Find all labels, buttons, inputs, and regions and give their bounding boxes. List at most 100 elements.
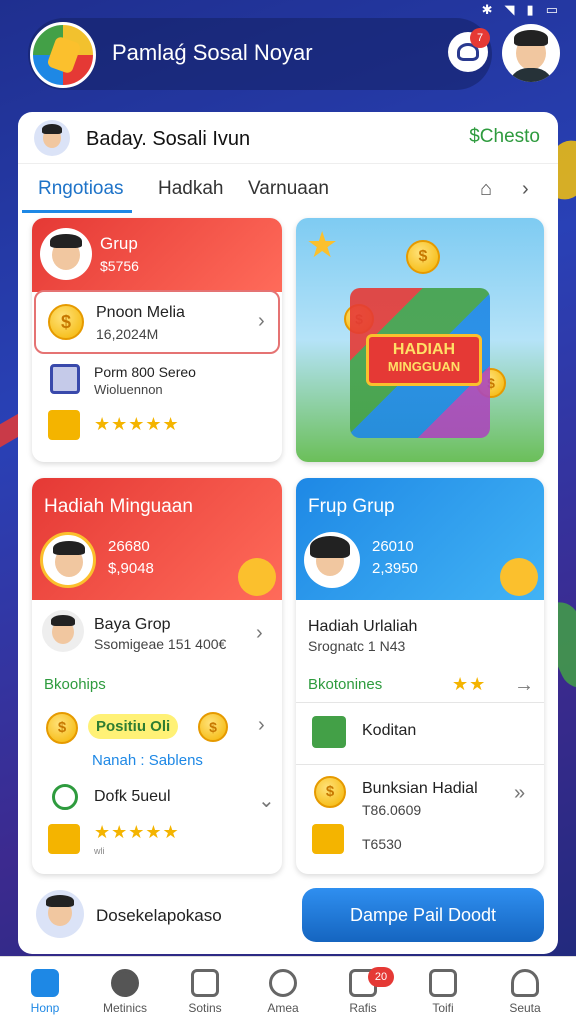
gift-icon bbox=[48, 410, 80, 440]
group-panel: Grup $5756 $ Pnoon Melia 16,2024M › Porm… bbox=[32, 218, 282, 462]
avatar-hair bbox=[51, 615, 75, 626]
weekly-reward-panel: Hadiah Minguaan 26680 $,9048 Baya Grop S… bbox=[32, 478, 282, 874]
chevron-right-icon[interactable]: › bbox=[522, 178, 529, 201]
nav-home-label: Honp bbox=[30, 1001, 60, 1015]
frup-stat2: 2,3950 bbox=[372, 560, 418, 577]
frup-group-header: Frup Grup 26010 2,3950 bbox=[296, 478, 544, 600]
frup-group-avatar bbox=[304, 532, 360, 588]
arrow-right-icon[interactable]: → bbox=[514, 674, 534, 697]
home-icon bbox=[31, 969, 59, 997]
profile-avatar[interactable] bbox=[502, 24, 560, 82]
frup-item3-title[interactable]: Bunksian Hadial bbox=[362, 780, 478, 798]
weekly-footnote: wli bbox=[94, 846, 105, 856]
chevron-right-icon[interactable]: › bbox=[258, 714, 265, 737]
bottom-nav: Honp Metinics Sotins Amea 20 Rafis Toifi… bbox=[0, 956, 576, 1024]
user-name: Baday. Sosali Ivun bbox=[86, 128, 251, 150]
document-icon bbox=[191, 969, 219, 997]
banner-line1: HADIAH bbox=[392, 341, 456, 358]
footer-user-avatar[interactable] bbox=[36, 890, 84, 938]
nav-amea[interactable]: Amea bbox=[248, 963, 318, 1015]
notification-badge: 7 bbox=[470, 28, 490, 48]
avatar-hair bbox=[46, 895, 74, 907]
weekly-item-sub: Ssomigeae 151 400€ bbox=[94, 636, 227, 652]
chevron-down-icon[interactable]: ⌄ bbox=[258, 788, 275, 813]
group-panel-header: Grup $5756 bbox=[32, 218, 282, 292]
metrics-icon bbox=[111, 969, 139, 997]
group-item-highlight[interactable]: $ Pnoon Melia 16,2024M › bbox=[34, 290, 280, 354]
app-logo[interactable] bbox=[30, 22, 96, 88]
badge-icon bbox=[500, 558, 538, 596]
weekly-link[interactable]: Nanah : Sablens bbox=[92, 752, 203, 769]
frup-item4-sub: T6530 bbox=[362, 836, 402, 852]
avatar-hair bbox=[50, 234, 82, 248]
weekly-reward-header: Hadiah Minguaan 26680 $,9048 bbox=[32, 478, 282, 600]
nav-home[interactable]: Honp bbox=[10, 963, 80, 1015]
nav-toifi-label: Toifi bbox=[432, 1001, 454, 1015]
coin-icon: $ bbox=[406, 240, 440, 274]
frup-item2-title[interactable]: Koditan bbox=[362, 722, 416, 740]
coin-icon: $ bbox=[198, 712, 228, 742]
frup-item-title[interactable]: Hadiah Urlaliah bbox=[308, 618, 417, 636]
battery-icon: ▭ bbox=[545, 2, 558, 17]
bluetooth-icon: ✱ bbox=[481, 2, 493, 17]
avatar-hair bbox=[42, 124, 62, 134]
weekly-reward-banner[interactable]: ★ $ $ $ HADIAH MINGGUAN bbox=[296, 218, 544, 462]
group-item-title: Pnoon Melia bbox=[96, 304, 185, 321]
nav-seuta[interactable]: Seuta bbox=[490, 963, 560, 1015]
nav-seuta-label: Seuta bbox=[509, 1001, 541, 1015]
tab-rngotioas[interactable]: Rngotioas bbox=[38, 178, 124, 200]
group-value: $5756 bbox=[100, 258, 139, 274]
group-item2-title: Porm 800 Sereo bbox=[94, 364, 196, 380]
chevron-right-icon[interactable]: › bbox=[256, 622, 263, 645]
rating-stars: ★★★★★ bbox=[94, 414, 180, 434]
tab-hadkah[interactable]: Hadkah bbox=[158, 178, 224, 200]
frup-section-label: Bkotonines bbox=[308, 676, 383, 693]
weekly-reward-avatar bbox=[40, 532, 96, 588]
person-icon bbox=[511, 969, 539, 997]
badge-icon bbox=[238, 558, 276, 596]
avatar-hair bbox=[53, 541, 85, 555]
user-row: Baday. Sosali Ivun $Chesto bbox=[18, 112, 558, 164]
frup-item-sub: Srognatc 1 N43 bbox=[308, 638, 406, 654]
footer-user-name: Dosekelapokaso bbox=[96, 906, 222, 925]
frup-item3-sub: T86.0609 bbox=[362, 802, 422, 818]
weekly-item3-title[interactable]: Dofk 5ueul bbox=[94, 788, 171, 806]
weekly-item-title[interactable]: Baya Grop bbox=[94, 616, 170, 634]
group-title: Grup bbox=[100, 234, 138, 253]
product-icon bbox=[50, 364, 80, 394]
frup-group-panel: Frup Grup 26010 2,3950 Hadiah Urlaliah S… bbox=[296, 478, 544, 874]
double-chevron-right-icon[interactable]: » bbox=[514, 782, 525, 805]
wifi-icon: ◥ bbox=[504, 2, 515, 17]
banner-line2: MINGGUAN bbox=[387, 359, 461, 374]
primary-cta-button[interactable]: Dampe Pail Doodt bbox=[302, 888, 544, 942]
rating-stars: ★★ bbox=[452, 674, 487, 694]
bookmark-icon[interactable]: ⌂ bbox=[480, 178, 492, 201]
group-item-sub: 16,2024M bbox=[96, 326, 159, 342]
avatar-suit bbox=[508, 68, 554, 82]
coin-icon: $ bbox=[48, 304, 84, 340]
banner-label: HADIAH MINGGUAN bbox=[366, 334, 482, 386]
nav-sotins[interactable]: Sotins bbox=[170, 963, 240, 1015]
coin-icon: $ bbox=[46, 712, 78, 744]
user-avatar[interactable] bbox=[34, 120, 70, 156]
nav-metinics[interactable]: Metinics bbox=[90, 963, 160, 1015]
contacts-icon bbox=[429, 969, 457, 997]
notification-button[interactable]: 7 bbox=[448, 28, 490, 72]
chevron-right-icon: › bbox=[258, 310, 265, 332]
rating-stars: ★★★★★ bbox=[94, 822, 180, 842]
main-card: Baday. Sosali Ivun $Chesto Rngotioas Had… bbox=[18, 112, 558, 954]
tab-varnuaan[interactable]: Varnuaan bbox=[248, 178, 329, 200]
search-icon bbox=[269, 969, 297, 997]
frup-group-title: Frup Grup bbox=[308, 496, 395, 517]
weekly-stat2: $,9048 bbox=[108, 560, 154, 577]
gift-icon bbox=[48, 824, 80, 854]
weekly-reward-title: Hadiah Minguaan bbox=[44, 496, 193, 517]
nav-rafis[interactable]: 20 Rafis bbox=[328, 963, 398, 1015]
positiu-pill[interactable]: Positiu Oli bbox=[88, 714, 179, 739]
group-avatar bbox=[40, 228, 92, 280]
star-icon: ★ bbox=[306, 224, 339, 265]
active-tab-indicator bbox=[22, 210, 132, 213]
gift-icon bbox=[312, 824, 344, 854]
nav-toifi[interactable]: Toifi bbox=[408, 963, 478, 1015]
user-check-link[interactable]: $Chesto bbox=[469, 126, 540, 148]
